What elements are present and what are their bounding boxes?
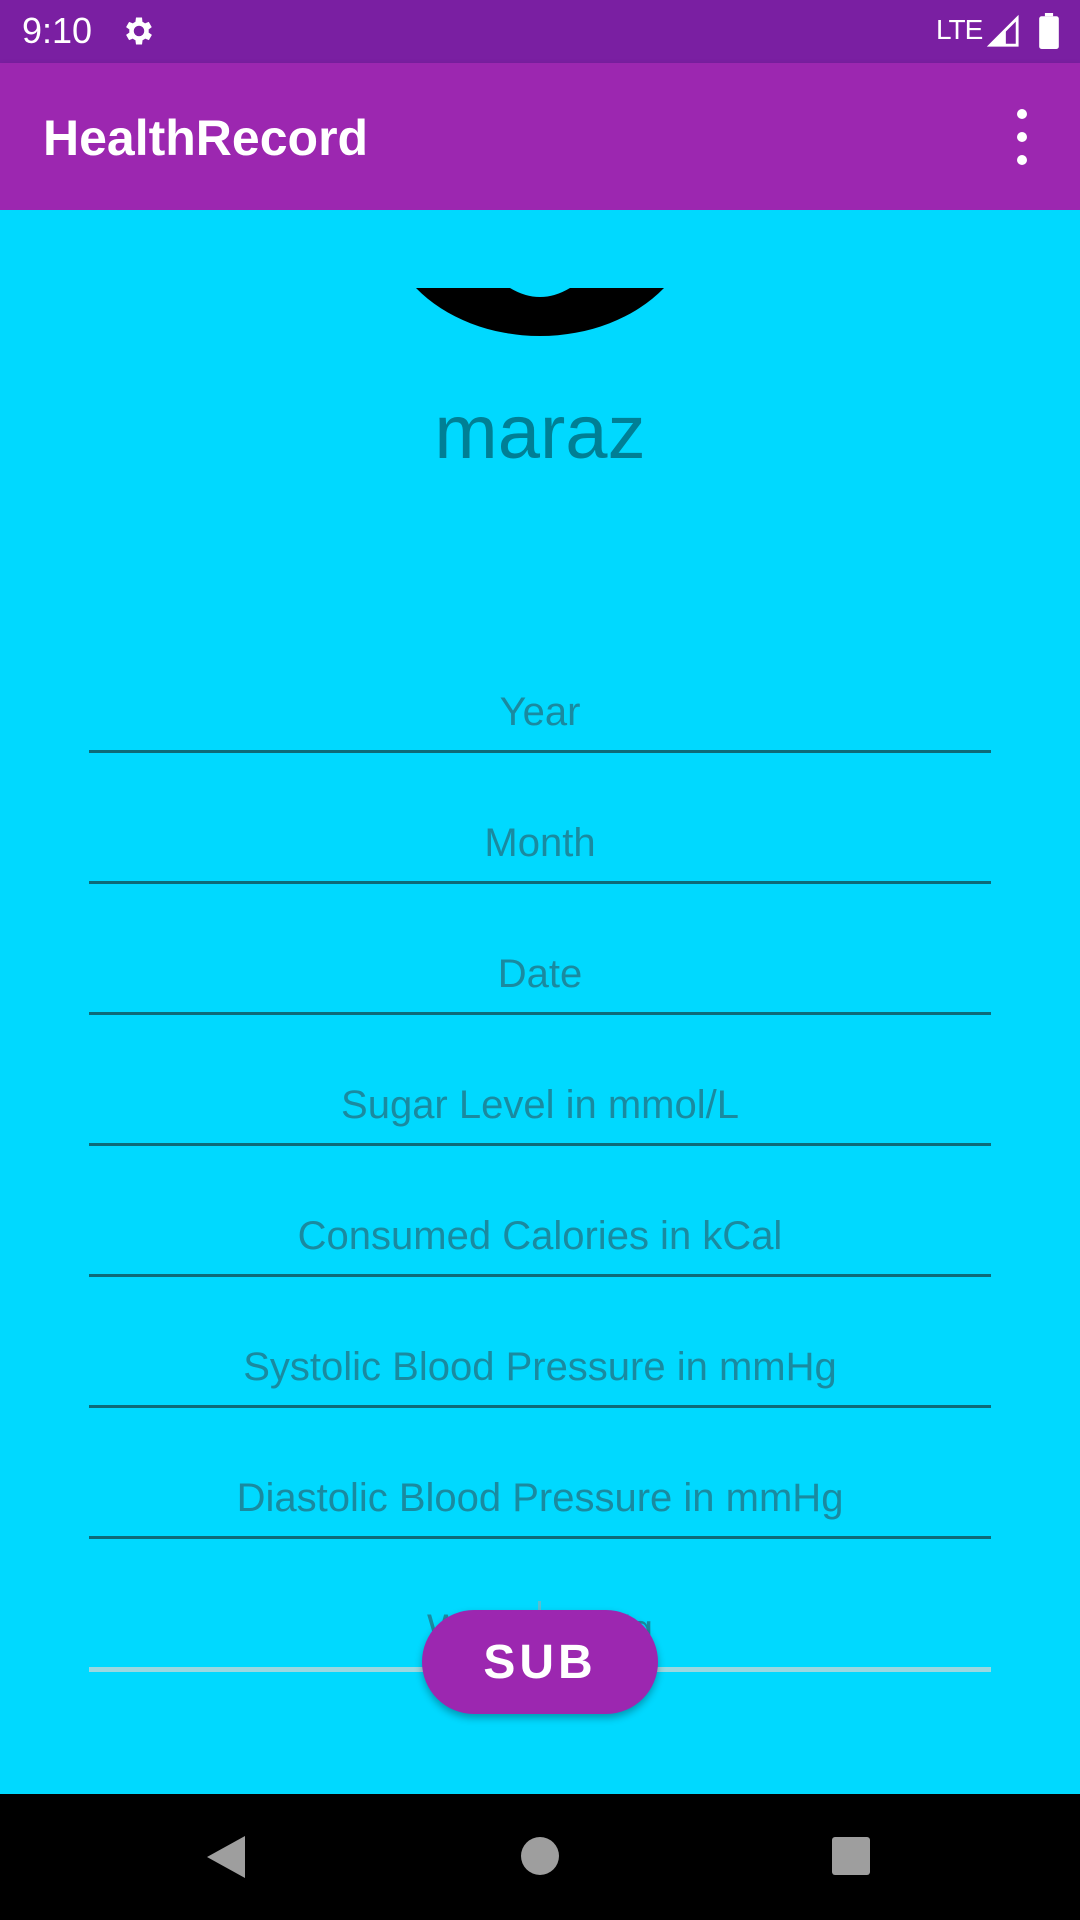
year-input[interactable] (89, 674, 991, 750)
status-bar: 9:10 LTE (0, 0, 1080, 63)
submit-button[interactable]: SUB (422, 1610, 658, 1714)
diastolic-bp-input[interactable] (89, 1460, 991, 1536)
app-title: HealthRecord (43, 110, 369, 166)
username-label: maraz (434, 390, 646, 475)
app-bar: HealthRecord (0, 63, 1080, 210)
month-field[interactable] (89, 805, 991, 884)
battery-icon (1039, 13, 1059, 49)
overflow-menu-icon[interactable] (1001, 109, 1043, 165)
systolic-bp-input[interactable] (89, 1329, 991, 1405)
sugar-level-field[interactable] (89, 1067, 991, 1146)
date-input[interactable] (89, 936, 991, 1012)
status-time: 9:10 (22, 10, 93, 51)
profile-image (400, 288, 680, 354)
home-icon[interactable] (520, 1836, 560, 1876)
gear-icon (126, 17, 152, 45)
diastolic-bp-field[interactable] (89, 1460, 991, 1539)
navigation-bar (0, 1794, 1080, 1920)
date-field[interactable] (89, 936, 991, 1015)
calories-input[interactable] (89, 1198, 991, 1274)
year-field[interactable] (89, 674, 991, 753)
sugar-level-input[interactable] (89, 1067, 991, 1143)
health-form-screen: maraz SUB (0, 210, 1080, 1794)
signal-icon (986, 14, 1019, 47)
systolic-bp-field[interactable] (89, 1329, 991, 1408)
back-icon[interactable] (205, 1834, 247, 1880)
calories-field[interactable] (89, 1198, 991, 1277)
network-type: LTE (936, 14, 983, 45)
recents-icon[interactable] (831, 1836, 871, 1876)
month-input[interactable] (89, 805, 991, 881)
